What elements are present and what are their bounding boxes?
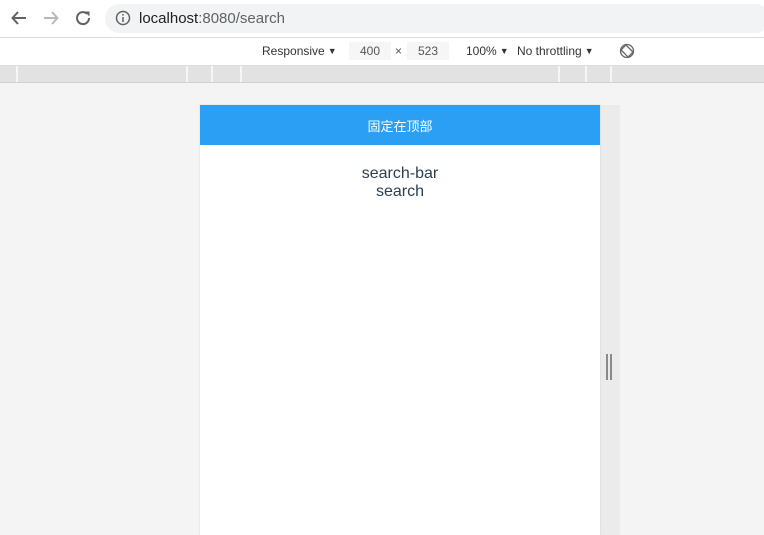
device-viewport: 固定在顶部 search-bar search: [0, 83, 764, 535]
url-path: :8080/search: [198, 10, 285, 27]
url-text[interactable]: localhost:8080/search: [139, 10, 285, 27]
device-mode-dropdown[interactable]: Responsive ▼: [262, 44, 337, 59]
route-name-text: search: [375, 183, 425, 200]
reload-icon: [76, 11, 91, 26]
device-toolbar: Responsive ▼ 400 × 523 100% ▼ No throttlin…: [0, 38, 764, 66]
address-bar[interactable]: localhost:8080/search: [105, 4, 764, 33]
ruler-divider: [240, 66, 242, 82]
url-host: localhost: [139, 10, 199, 27]
page-content: search-bar search: [200, 165, 600, 201]
forward-button[interactable]: [39, 6, 63, 30]
caret-down-icon: ▼: [327, 46, 337, 56]
ruler-divider: [211, 66, 213, 82]
dimension-separator: ×: [395, 44, 403, 58]
ruler-divider: [16, 66, 18, 82]
arrow-left-icon: [11, 11, 26, 25]
browser-toolbar: localhost:8080/search: [0, 0, 764, 38]
device-resize-gutter[interactable]: [600, 105, 620, 535]
device-screen: 固定在顶部 search-bar search: [200, 105, 600, 535]
back-button[interactable]: [7, 6, 31, 30]
device-mode-label: Responsive: [262, 44, 325, 58]
grip-line: [606, 354, 608, 380]
info-icon[interactable]: [115, 10, 131, 26]
throttling-dropdown[interactable]: No throttling ▼: [517, 44, 594, 59]
ruler-divider: [585, 66, 587, 82]
reload-button[interactable]: [71, 6, 95, 30]
caret-down-icon: ▼: [584, 46, 594, 56]
throttling-label: No throttling: [517, 44, 582, 58]
ruler-divider: [186, 66, 188, 82]
media-query-bar[interactable]: [0, 66, 764, 83]
zoom-label: 100%: [466, 44, 497, 58]
zoom-dropdown[interactable]: 100% ▼: [466, 44, 509, 59]
header-title: 固定在顶部: [367, 118, 433, 134]
caret-down-icon: ▼: [499, 46, 509, 56]
ruler-divider: [558, 66, 560, 82]
grip-line: [610, 354, 612, 380]
rotate-icon[interactable]: [619, 43, 635, 59]
height-input[interactable]: 523: [407, 42, 449, 60]
component-name-text: search-bar: [361, 165, 439, 182]
width-input[interactable]: 400: [349, 42, 391, 60]
arrow-right-icon: [44, 11, 59, 25]
resize-handle[interactable]: [606, 354, 612, 380]
fixed-top-header: 固定在顶部: [200, 105, 600, 145]
ruler-divider: [610, 66, 612, 82]
